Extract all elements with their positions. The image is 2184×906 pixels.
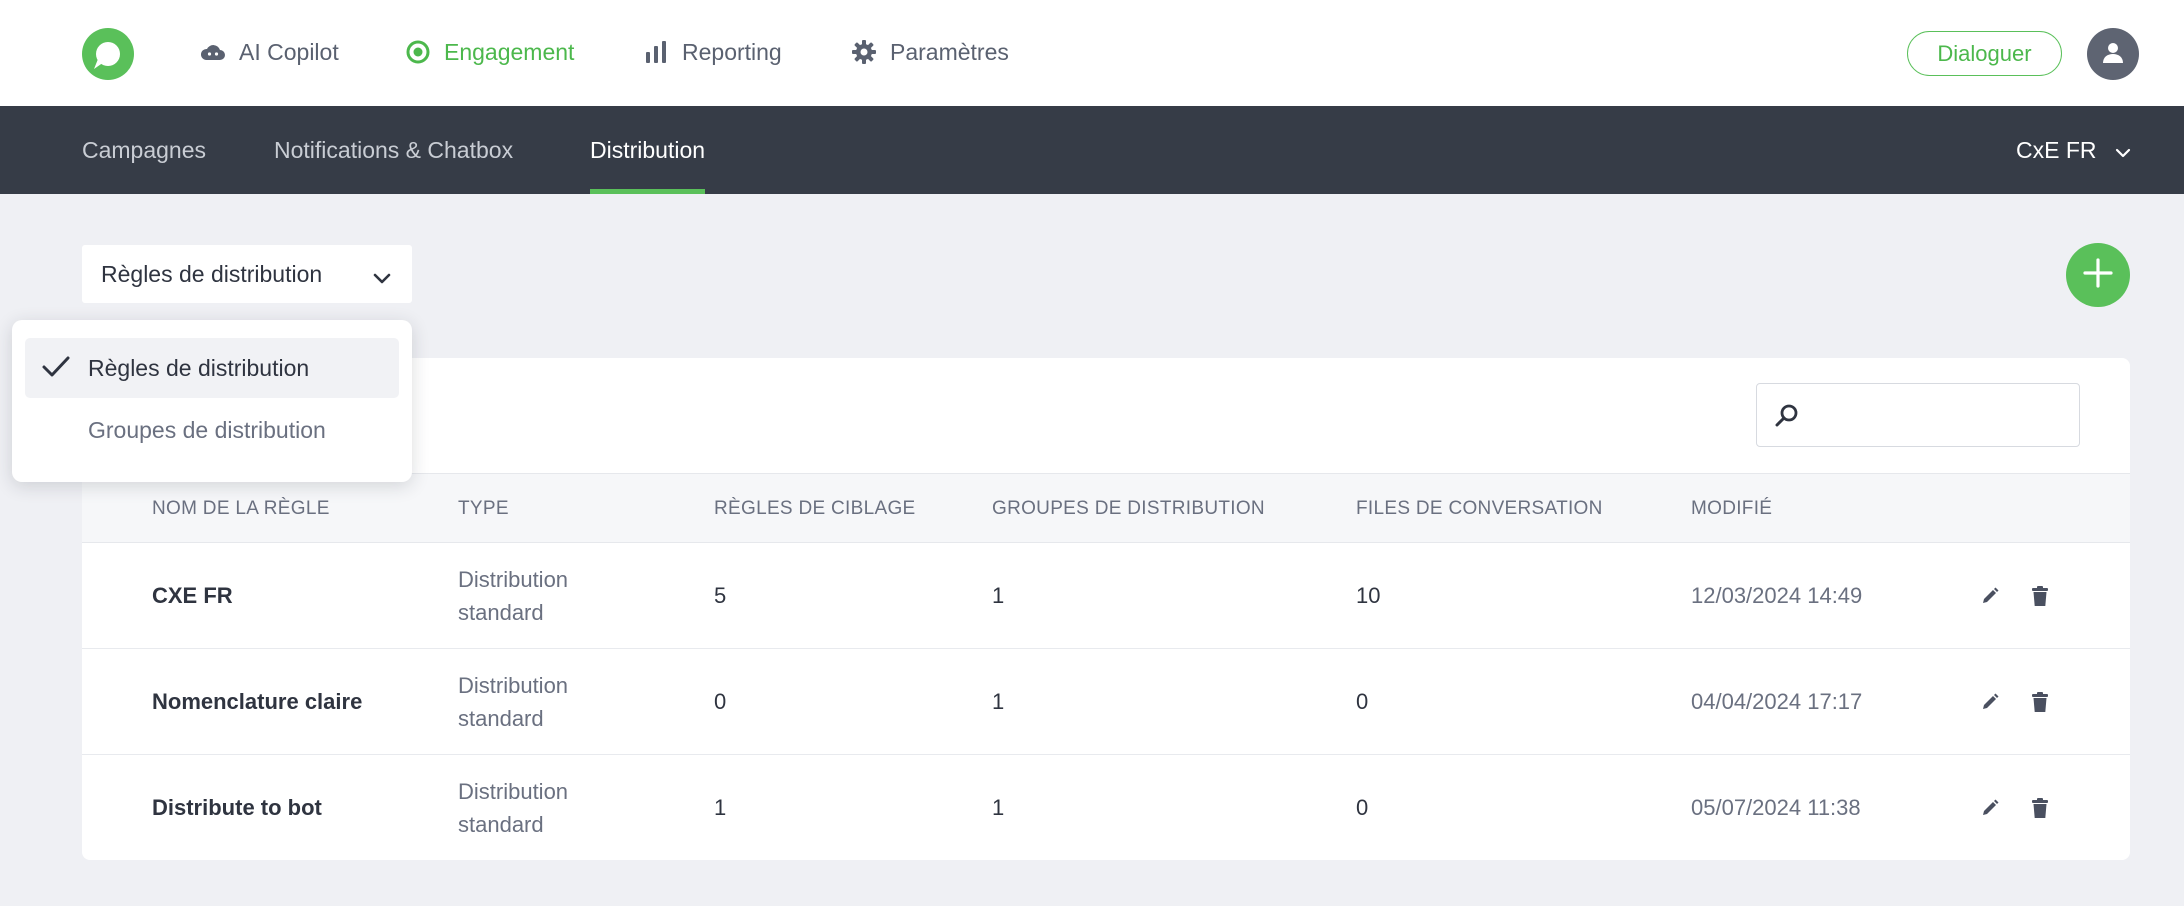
org-selector[interactable]: CxE FR xyxy=(2016,106,2131,194)
edit-icon[interactable] xyxy=(1978,796,2002,820)
search-input[interactable] xyxy=(1809,394,2069,436)
rule-modified-date: 05/07/2024 11:38 xyxy=(1691,795,1861,820)
delete-icon[interactable] xyxy=(2028,796,2052,820)
rule-queues-count: 10 xyxy=(1356,583,1381,608)
chevron-down-icon xyxy=(372,265,392,292)
rule-queues-count: 0 xyxy=(1356,795,1369,820)
option-label: Règles de distribution xyxy=(88,354,310,381)
select-value: Règles de distribution xyxy=(101,260,323,287)
rule-modified-date: 12/03/2024 14:49 xyxy=(1691,583,1863,608)
nav-item-label: AI Copilot xyxy=(239,38,339,65)
dialoguer-button[interactable]: Dialoguer xyxy=(1907,31,2062,76)
rule-targeting-count: 0 xyxy=(714,689,727,714)
table-row[interactable]: CXE FR Distribution standard 5 1 10 12/0… xyxy=(82,543,2130,649)
target-icon xyxy=(404,38,432,66)
gear-icon xyxy=(850,38,878,66)
tab-distribution[interactable]: Distribution xyxy=(590,106,706,194)
search-box[interactable] xyxy=(1756,383,2080,447)
nav-item-label: Paramètres xyxy=(890,38,1009,65)
avatar[interactable] xyxy=(2087,28,2139,80)
column-header-name[interactable]: NOM DE LA RÈGLE xyxy=(152,474,330,544)
rule-targeting-count: 5 xyxy=(714,583,727,608)
user-icon xyxy=(2101,40,2125,69)
search-icon xyxy=(1773,402,1801,435)
column-header-type[interactable]: TYPE xyxy=(458,474,509,544)
rule-groups-count: 1 xyxy=(992,689,1005,714)
nav-item-label: Reporting xyxy=(682,38,782,65)
top-navigation: AI Copilot Engagement Reporting Paramètr… xyxy=(0,0,2184,106)
nav-item-label: Engagement xyxy=(444,38,575,65)
rule-groups-count: 1 xyxy=(992,583,1005,608)
rule-type: Distribution standard xyxy=(458,567,569,625)
edit-icon[interactable] xyxy=(1978,690,2002,714)
nav-item-engagement[interactable]: Engagement xyxy=(404,36,574,68)
edit-icon[interactable] xyxy=(1978,584,2002,608)
add-rule-button[interactable] xyxy=(2066,243,2130,307)
logo-icon[interactable] xyxy=(82,28,134,80)
table-row[interactable]: Nomenclature claire Distribution standar… xyxy=(82,649,2130,755)
table-row[interactable]: Distribute to bot Distribution standard … xyxy=(82,755,2130,860)
rule-type: Distribution standard xyxy=(458,779,569,837)
distribution-type-select[interactable]: Règles de distribution xyxy=(82,245,412,303)
tab-campagnes[interactable]: Campagnes xyxy=(82,106,206,194)
table-header: NOM DE LA RÈGLE TYPE RÈGLES DE CIBLAGE G… xyxy=(82,473,2130,543)
nav-item-reporting[interactable]: Reporting xyxy=(642,36,782,68)
option-label: Groupes de distribution xyxy=(88,416,326,443)
check-icon xyxy=(41,354,71,386)
column-header-groups[interactable]: GROUPES DE DISTRIBUTION xyxy=(992,474,1265,544)
rule-groups-count: 1 xyxy=(992,795,1005,820)
plus-icon xyxy=(2081,256,2115,295)
option-groupes-de-distribution[interactable]: Groupes de distribution xyxy=(25,400,399,460)
rule-name[interactable]: Nomenclature claire xyxy=(152,649,362,755)
option-regles-de-distribution[interactable]: Règles de distribution xyxy=(25,338,399,398)
rule-name[interactable]: CXE FR xyxy=(152,543,233,649)
bar-chart-icon xyxy=(642,38,670,66)
delete-icon[interactable] xyxy=(2028,584,2052,608)
rule-queues-count: 0 xyxy=(1356,689,1369,714)
rule-targeting-count: 1 xyxy=(714,795,727,820)
delete-icon[interactable] xyxy=(2028,690,2052,714)
column-header-targeting[interactable]: RÈGLES DE CIBLAGE xyxy=(714,474,916,544)
chevron-down-icon xyxy=(2115,137,2131,164)
tab-notifications-chatbox[interactable]: Notifications & Chatbox xyxy=(274,106,513,194)
sub-navigation: Campagnes Notifications & Chatbox Distri… xyxy=(0,106,2184,194)
cloud-icon xyxy=(199,38,227,66)
nav-item-ai-copilot[interactable]: AI Copilot xyxy=(199,36,339,68)
column-header-queues[interactable]: FILES DE CONVERSATION xyxy=(1356,474,1603,544)
nav-item-parametres[interactable]: Paramètres xyxy=(850,36,1009,68)
rule-type: Distribution standard xyxy=(458,673,569,731)
rule-modified-date: 04/04/2024 17:17 xyxy=(1691,689,1863,714)
select-dropdown-menu: Règles de distribution Groupes de distri… xyxy=(12,320,412,482)
column-header-modified[interactable]: MODIFIÉ xyxy=(1691,474,1772,544)
rule-name[interactable]: Distribute to bot xyxy=(152,755,322,860)
org-label: CxE FR xyxy=(2016,136,2097,163)
